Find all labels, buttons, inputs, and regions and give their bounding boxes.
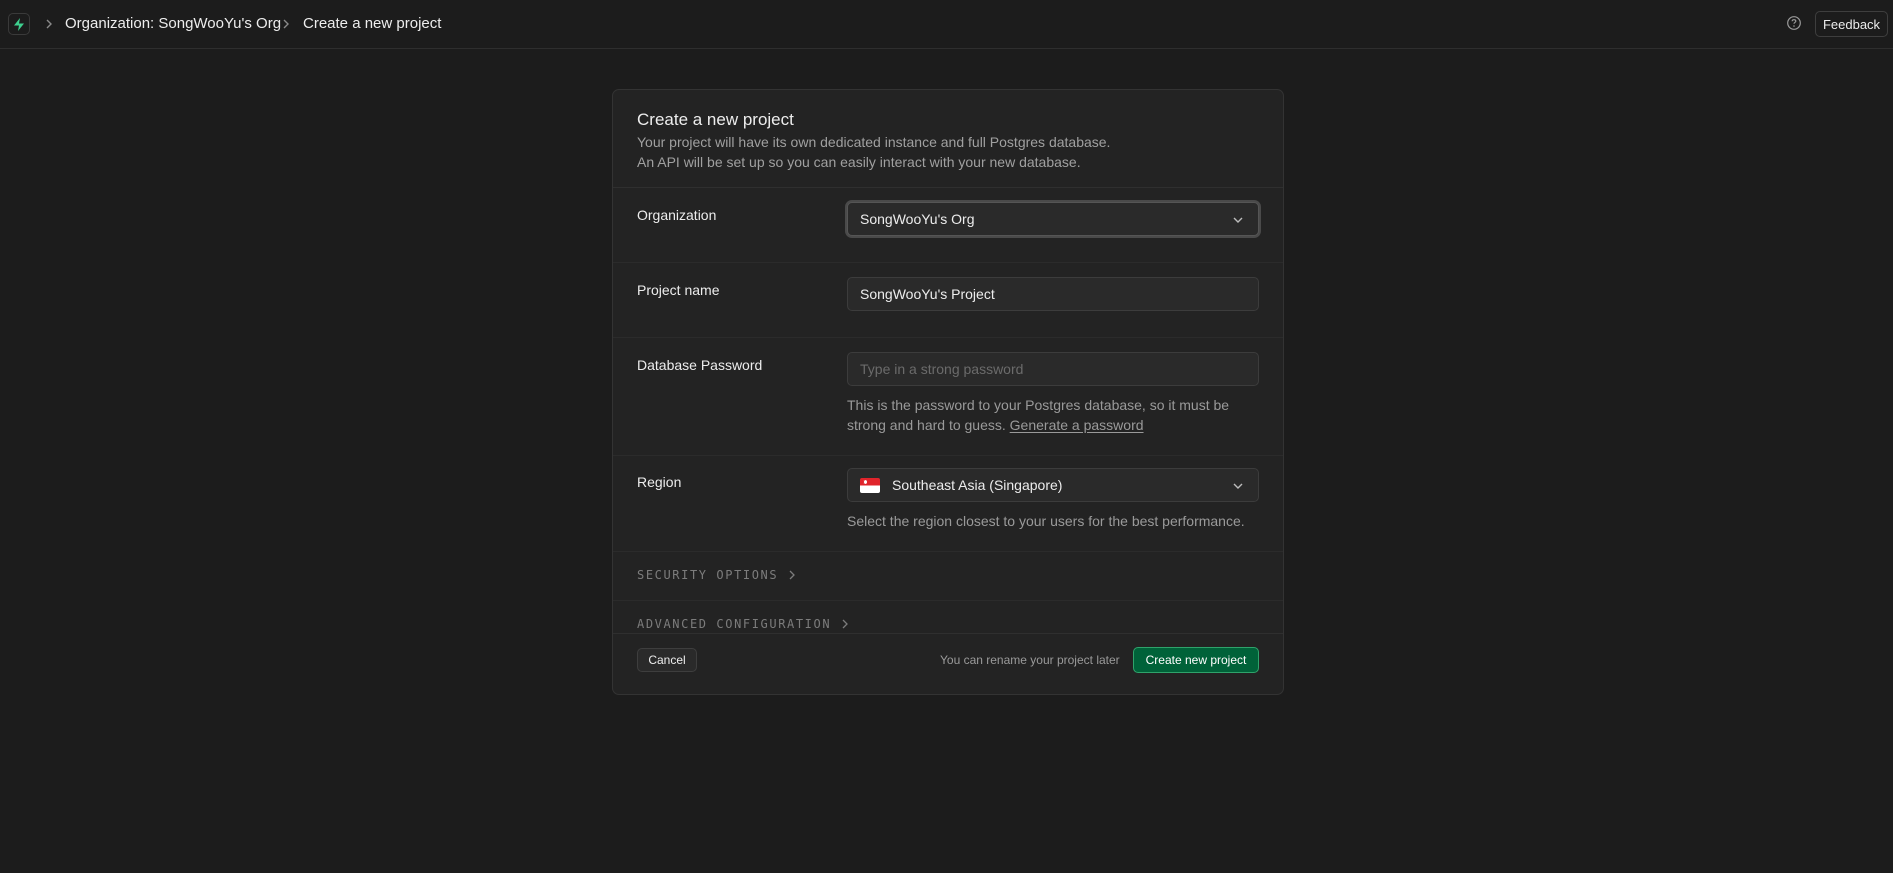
- password-helper-text: This is the password to your Postgres da…: [847, 397, 1230, 433]
- chevron-right-icon: [789, 570, 796, 580]
- breadcrumb-organization[interactable]: Organization: SongWooYu's Org: [65, 15, 281, 32]
- top-navigation-bar: Organization: SongWooYu's Org Create a n…: [0, 0, 1893, 49]
- supabase-logo-icon[interactable]: [8, 13, 30, 35]
- chevron-right-icon: [46, 19, 52, 29]
- feedback-button[interactable]: Feedback: [1815, 11, 1888, 37]
- create-project-form: Create a new project Your project will h…: [612, 89, 1284, 695]
- advanced-configuration-toggle[interactable]: ADVANCED CONFIGURATION: [637, 617, 849, 631]
- region-helper-text: Select the region closest to your users …: [847, 513, 1245, 529]
- singapore-flag-icon: [860, 477, 880, 493]
- region-row: Region Southeast Asia (Singapore) Select…: [613, 456, 1283, 552]
- help-circle-icon[interactable]: [1786, 15, 1802, 31]
- create-new-project-button[interactable]: Create new project: [1133, 647, 1259, 673]
- security-options-row[interactable]: SECURITY OPTIONS: [613, 552, 1283, 601]
- database-password-input[interactable]: Type in a strong password: [847, 352, 1259, 386]
- database-password-row: Database Password Type in a strong passw…: [613, 338, 1283, 456]
- project-name-value: SongWooYu's Project: [860, 286, 995, 302]
- form-description: Your project will have its own dedicated…: [637, 134, 1111, 150]
- form-header: Create a new project Your project will h…: [613, 90, 1283, 188]
- region-select[interactable]: Southeast Asia (Singapore): [847, 468, 1259, 502]
- rename-note: You can rename your project later: [940, 653, 1120, 667]
- form-footer: Cancel You can rename your project later…: [613, 633, 1283, 694]
- security-options-toggle[interactable]: SECURITY OPTIONS: [637, 568, 796, 582]
- organization-row: Organization SongWooYu's Org: [613, 188, 1283, 263]
- chevron-down-icon: [1233, 217, 1243, 223]
- organization-label: Organization: [637, 207, 717, 223]
- password-placeholder: Type in a strong password: [860, 361, 1024, 377]
- project-name-input[interactable]: SongWooYu's Project: [847, 277, 1259, 311]
- organization-select[interactable]: SongWooYu's Org: [847, 202, 1259, 236]
- chevron-down-icon: [1233, 483, 1243, 489]
- breadcrumb-current-page: Create a new project: [303, 15, 442, 32]
- organization-value: SongWooYu's Org: [860, 211, 975, 227]
- form-description: An API will be set up so you can easily …: [637, 154, 1081, 170]
- project-name-row: Project name SongWooYu's Project: [613, 263, 1283, 338]
- project-name-label: Project name: [637, 282, 720, 298]
- advanced-configuration-row[interactable]: ADVANCED CONFIGURATION: [613, 601, 1283, 634]
- chevron-right-icon: [283, 19, 289, 29]
- cancel-button[interactable]: Cancel: [637, 648, 697, 672]
- chevron-right-icon: [842, 619, 849, 629]
- region-value: Southeast Asia (Singapore): [892, 477, 1063, 493]
- region-label: Region: [637, 474, 682, 490]
- database-password-label: Database Password: [637, 357, 763, 373]
- generate-password-link[interactable]: Generate a password: [1010, 417, 1144, 433]
- form-title: Create a new project: [637, 110, 794, 129]
